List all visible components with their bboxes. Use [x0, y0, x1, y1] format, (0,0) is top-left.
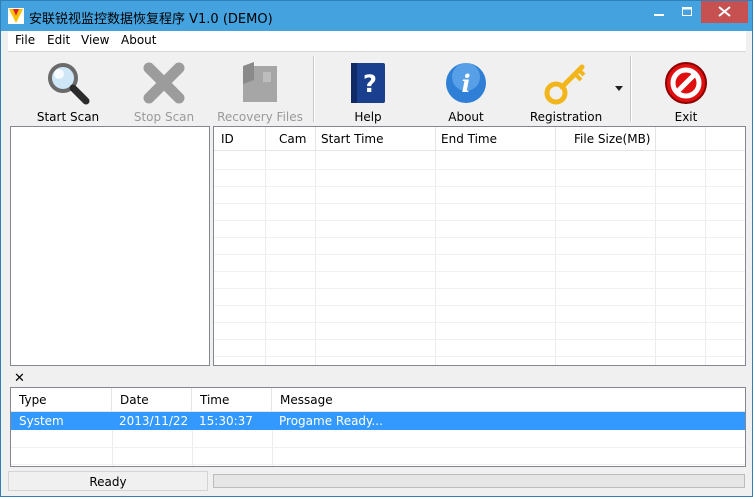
svg-text:?: ? [363, 70, 377, 98]
log-message: Progame Ready... [279, 414, 383, 428]
status-text: Ready [8, 471, 208, 491]
grid-line [265, 151, 266, 365]
recovery-files-icon [243, 62, 277, 102]
window-title: 安联锐视监控数据恢复程序 V1.0 (DEMO) [29, 12, 273, 27]
log-date: 2013/11/22 [119, 414, 189, 428]
info-icon: i [446, 63, 486, 103]
recovery-files-button[interactable]: Recovery Files [208, 56, 312, 124]
log-header-type[interactable]: Type [11, 388, 112, 412]
about-button[interactable]: i About [414, 56, 518, 124]
app-window: 安联锐视监控数据恢复程序 V1.0 (DEMO) File Edit View … [0, 0, 753, 497]
grid-line [214, 322, 745, 323]
grid-line [192, 430, 193, 466]
about-label: About [448, 110, 484, 124]
column-header-end-time[interactable]: End Time [436, 127, 556, 151]
grid-line [315, 151, 316, 365]
column-header-cam[interactable]: Cam [266, 127, 316, 151]
grid-line [214, 203, 745, 204]
log-header-time[interactable]: Time [192, 388, 272, 412]
toolbar: Start Scan Stop Scan Recovery Files ? He… [8, 51, 746, 126]
grid-line [705, 151, 706, 365]
menu-view[interactable]: View [81, 33, 109, 47]
help-label: Help [354, 110, 382, 124]
grid-line [214, 356, 745, 357]
minimize-button[interactable] [645, 1, 673, 23]
file-table[interactable]: ID Cam Start Time End Time File Size(MB) [213, 126, 746, 366]
key-icon [544, 64, 586, 105]
grid-line [214, 271, 745, 272]
column-header-id[interactable]: ID [214, 127, 266, 151]
log-type: System [19, 414, 64, 428]
menu-file[interactable]: File [15, 33, 35, 47]
stop-scan-label: Stop Scan [133, 110, 195, 124]
grid-line [214, 169, 745, 170]
magnifier-icon [48, 63, 90, 105]
column-header-blank [656, 127, 706, 151]
grid-line [214, 237, 745, 238]
grid-line [112, 430, 113, 466]
start-scan-label: Start Scan [36, 110, 100, 124]
title-bar[interactable]: 安联锐视监控数据恢复程序 V1.0 (DEMO) [1, 1, 752, 31]
help-book-icon: ? [351, 63, 385, 103]
grid-line [214, 339, 745, 340]
grid-line [11, 447, 745, 448]
progress-bar [213, 474, 745, 488]
column-header-start-time[interactable]: Start Time [316, 127, 436, 151]
minimize-icon [654, 14, 664, 16]
grid-line [11, 464, 745, 465]
log-time: 15:30:37 [199, 414, 253, 428]
grid-line [214, 254, 745, 255]
stop-scan-button[interactable]: Stop Scan [112, 56, 216, 124]
close-button[interactable] [701, 1, 748, 23]
menu-edit[interactable]: Edit [47, 33, 70, 47]
grid-line [214, 288, 745, 289]
stop-x-icon [143, 62, 185, 104]
app-logo-icon [8, 8, 24, 24]
grid-line [435, 151, 436, 365]
log-row[interactable]: System 2013/11/22 15:30:37 Progame Ready… [11, 412, 745, 430]
grid-line [214, 220, 745, 221]
status-bar: Ready [8, 471, 746, 493]
dropdown-arrow-icon[interactable] [615, 86, 625, 92]
start-scan-button[interactable]: Start Scan [16, 56, 120, 124]
registration-button[interactable]: Registration [514, 56, 618, 124]
log-header-message[interactable]: Message [272, 388, 745, 412]
toolbar-separator [630, 56, 632, 122]
device-tree-panel[interactable] [10, 126, 210, 366]
log-header-date[interactable]: Date [112, 388, 192, 412]
registration-label: Registration [529, 110, 603, 124]
grid-line [214, 305, 745, 306]
exit-label: Exit [674, 110, 698, 124]
help-button[interactable]: ? Help [316, 56, 420, 124]
close-icon [718, 6, 731, 17]
exit-button[interactable]: Exit [634, 56, 738, 124]
svg-text:i: i [461, 69, 470, 98]
menu-about[interactable]: About [121, 33, 156, 47]
grid-line [214, 186, 745, 187]
grid-line [272, 430, 273, 466]
column-header-filler [706, 127, 745, 151]
grid-line [655, 151, 656, 365]
column-header-file-size[interactable]: File Size(MB) [556, 127, 656, 151]
menu-bar: File Edit View About [8, 31, 746, 51]
toolbar-separator [313, 56, 315, 122]
grid-line [555, 151, 556, 365]
maximize-button[interactable] [673, 1, 701, 23]
log-panel-close-button[interactable]: ✕ [14, 371, 25, 386]
recovery-files-label: Recovery Files [217, 110, 303, 124]
maximize-icon [682, 7, 692, 16]
exit-icon [665, 62, 707, 104]
log-panel[interactable]: Type Date Time Message System 2013/11/22… [10, 387, 746, 467]
